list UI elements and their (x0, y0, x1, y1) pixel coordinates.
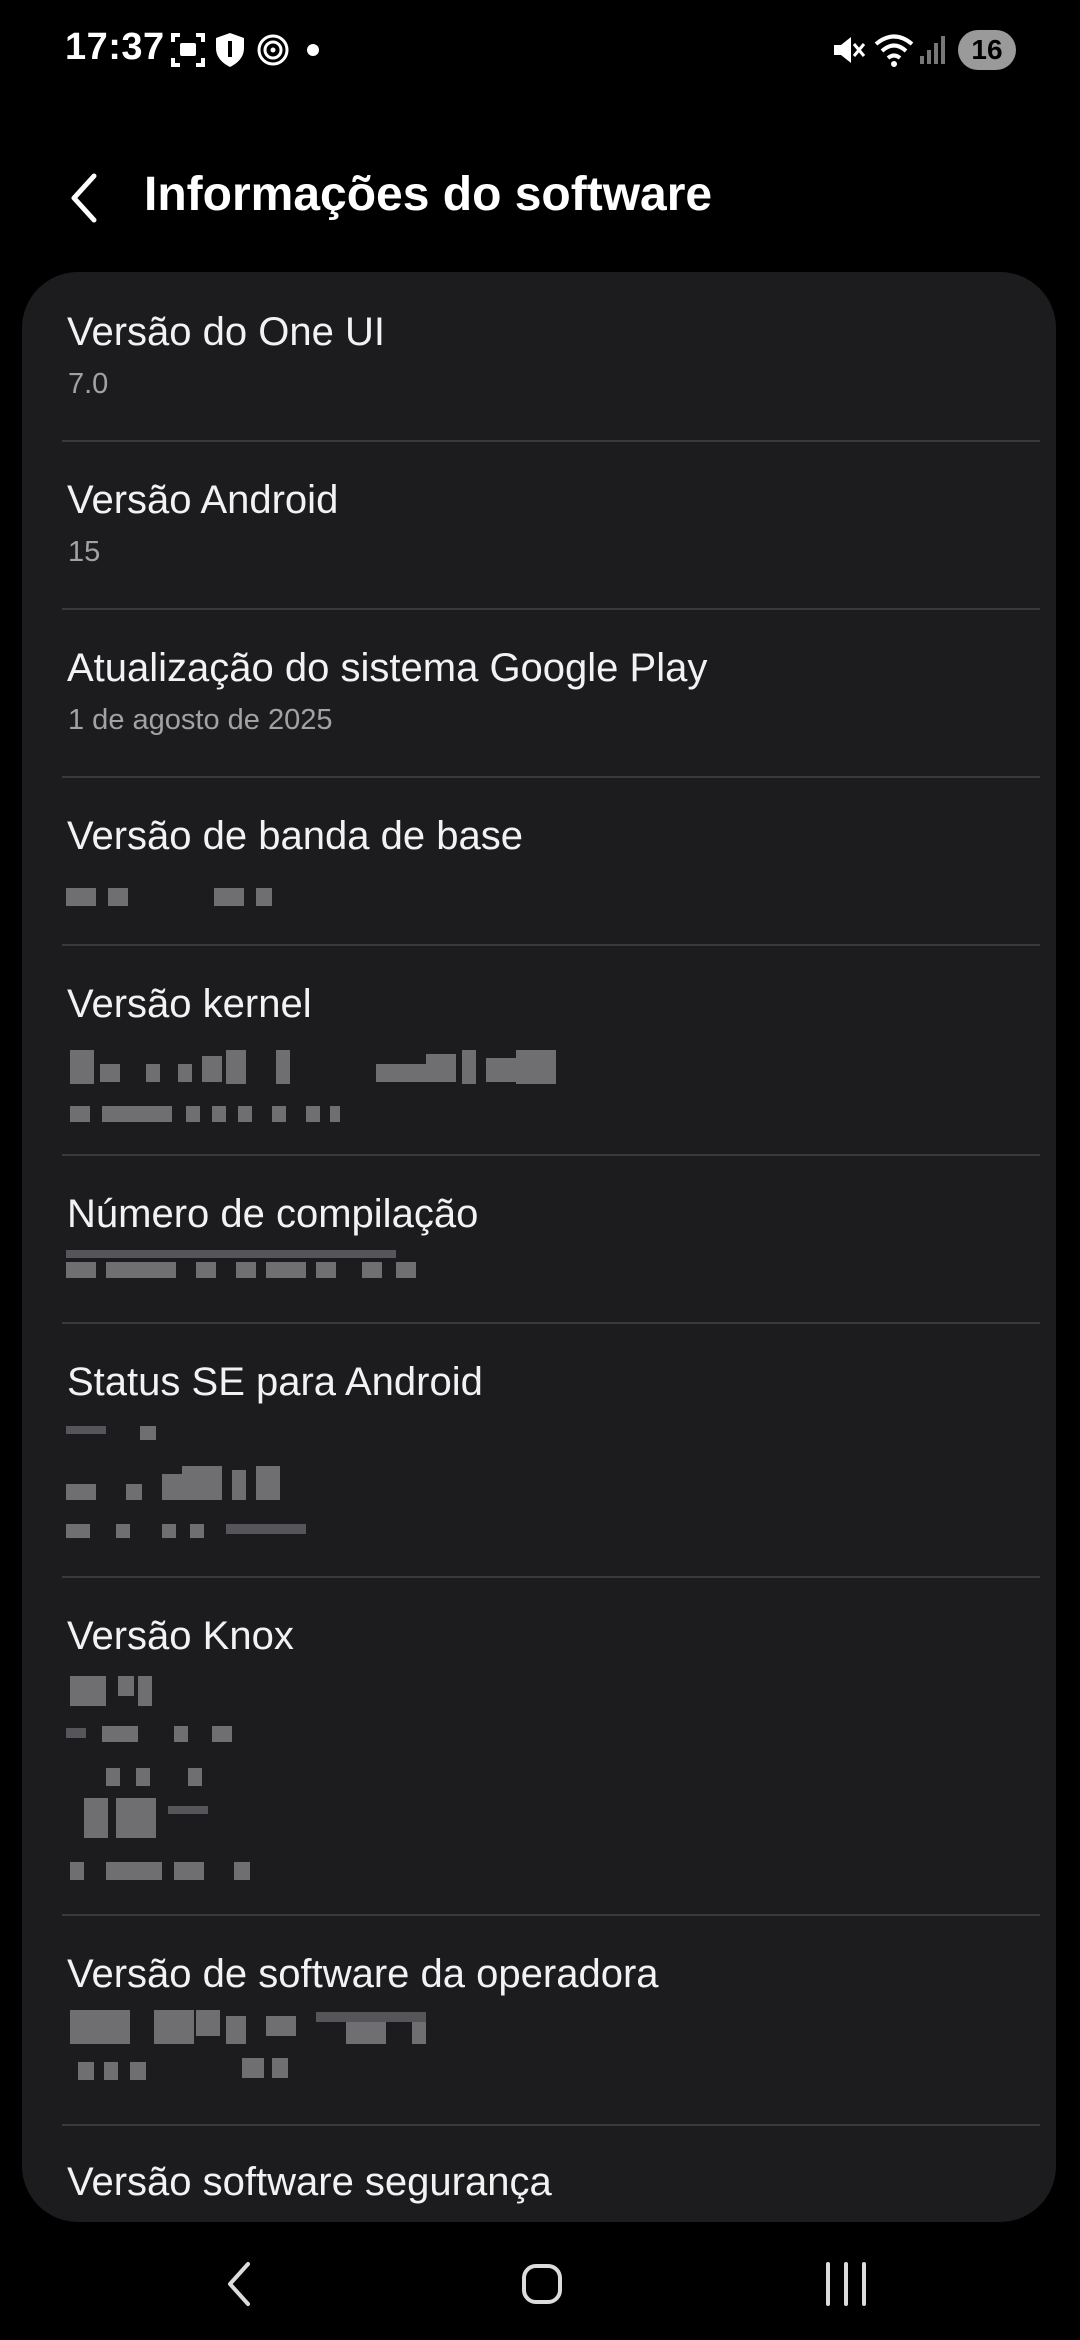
chevron-left-icon[interactable] (60, 168, 110, 228)
screenshot-icon (171, 33, 205, 67)
list-item-kernel-version[interactable]: Versão kernel (22, 946, 1056, 1154)
item-value: 1 de agosto de 2025 (68, 704, 333, 736)
item-title: Versão software segurança (67, 2160, 552, 2204)
list-item-android-version[interactable]: Versão Android 15 (22, 442, 1056, 608)
notification-dot-icon (307, 44, 319, 56)
navigation-bar (0, 2222, 1080, 2340)
status-bar: 17:37 16 (0, 0, 1080, 100)
item-value: 7.0 (68, 368, 109, 400)
battery-indicator: 16 (958, 30, 1016, 70)
settings-card: Versão do One UI 7.0 Versão Android 15 A… (22, 272, 1056, 2222)
item-title: Versão de software da operadora (67, 1952, 659, 1996)
back-icon[interactable] (180, 2244, 300, 2324)
list-item-baseband-version[interactable]: Versão de banda de base (22, 778, 1056, 944)
home-icon[interactable] (482, 2244, 602, 2324)
item-title: Atualização do sistema Google Play (67, 646, 708, 690)
signal-icon (920, 36, 945, 64)
item-value: 15 (68, 536, 101, 568)
list-item-google-play-update[interactable]: Atualização do sistema Google Play 1 de … (22, 610, 1056, 776)
wifi-icon (874, 34, 914, 67)
item-title: Versão do One UI (67, 310, 385, 354)
sync-icon (257, 34, 289, 66)
recents-icon[interactable] (786, 2244, 906, 2324)
item-title: Versão Knox (67, 1614, 294, 1658)
list-item-security-software-version[interactable]: Versão software segurança (22, 2126, 1056, 2222)
list-item-carrier-software-version[interactable]: Versão de software da operadora (22, 1916, 1056, 2124)
item-title: Status SE para Android (67, 1360, 483, 1404)
list-item-build-number[interactable]: Número de compilação (22, 1156, 1056, 1322)
status-clock: 17:37 (65, 26, 165, 68)
list-item-one-ui-version[interactable]: Versão do One UI 7.0 (22, 272, 1056, 440)
list-item-se-android-status[interactable]: Status SE para Android (22, 1324, 1056, 1576)
item-title: Versão kernel (67, 982, 312, 1026)
item-title: Número de compilação (67, 1192, 479, 1236)
item-title: Versão Android (67, 478, 339, 522)
page-title: Informações do software (144, 168, 713, 221)
header: Informações do software (0, 150, 1080, 250)
mute-icon (834, 37, 866, 63)
list-item-knox-version[interactable]: Versão Knox (22, 1578, 1056, 1914)
shield-icon (216, 33, 244, 67)
item-title: Versão de banda de base (67, 814, 523, 858)
